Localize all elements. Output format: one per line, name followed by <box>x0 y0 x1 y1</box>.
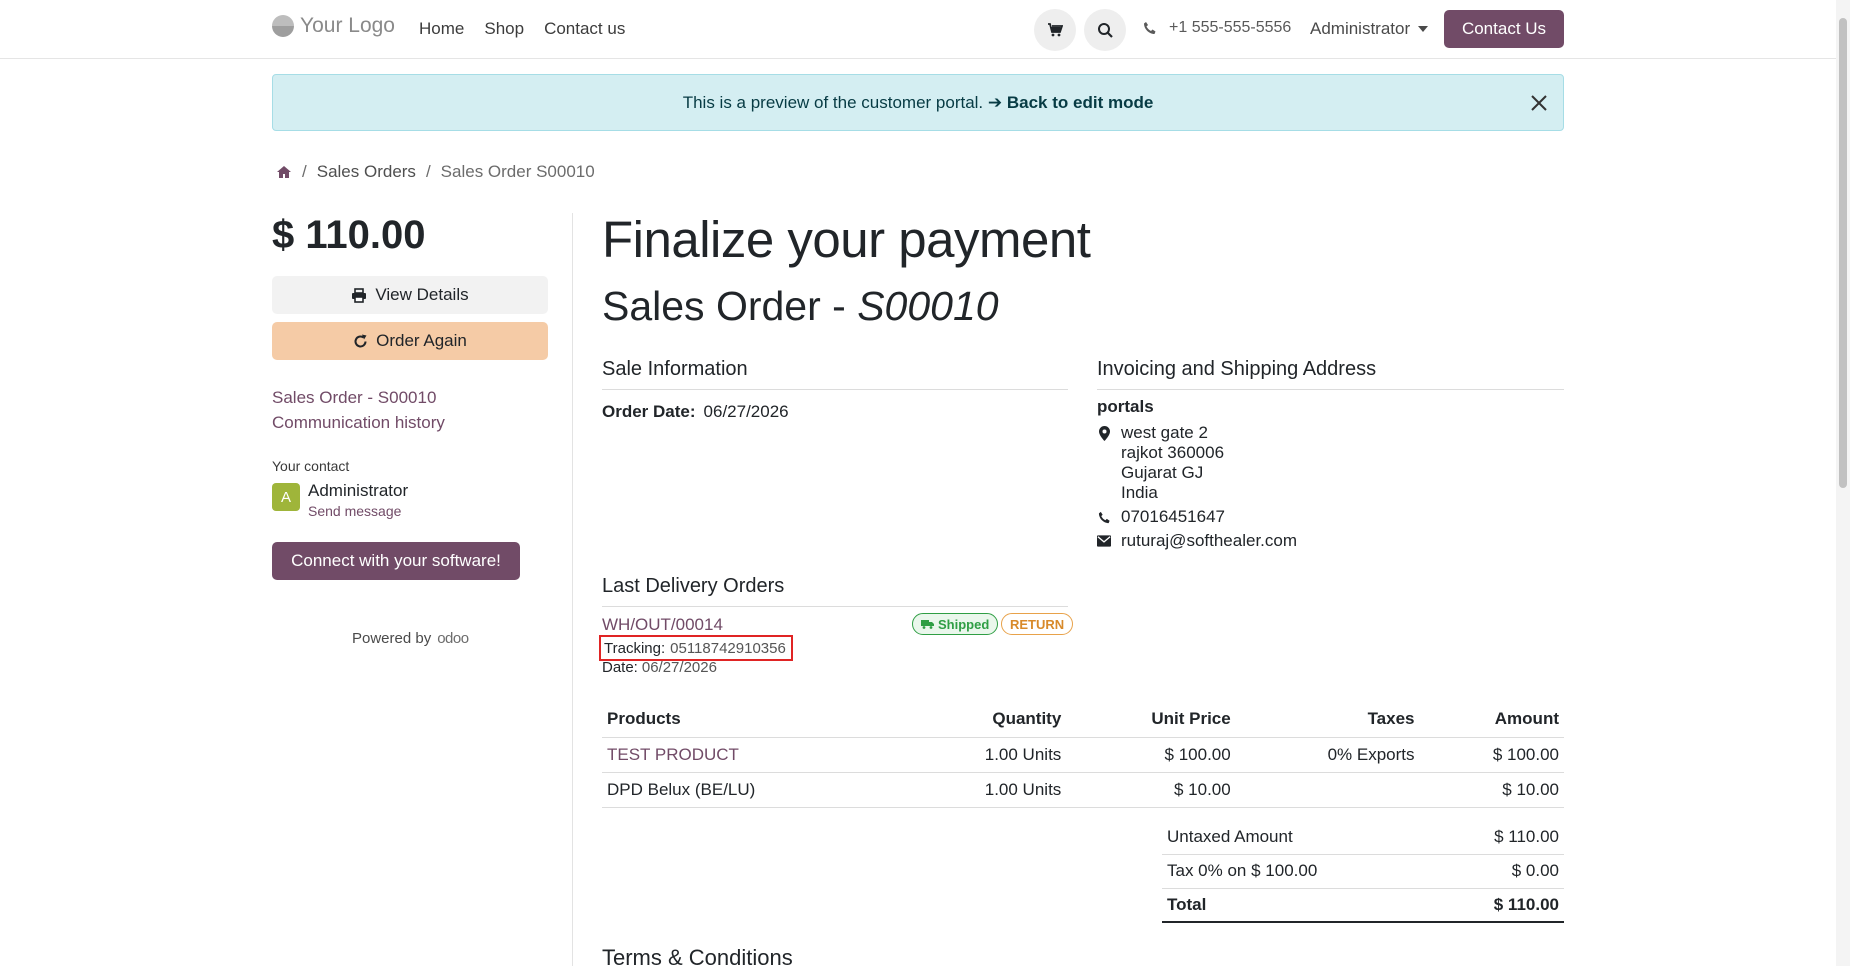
back-to-edit-link[interactable]: ➔ Back to edit mode <box>988 93 1153 113</box>
sidebar-link-sales-order[interactable]: Sales Order - S00010 <box>272 385 445 410</box>
order-date-value: 06/27/2026 <box>703 402 789 421</box>
customer-phone: 07016451647 <box>1121 507 1226 526</box>
shipped-badge: Shipped <box>912 613 999 635</box>
odoo-logo[interactable]: odoo <box>437 630 469 647</box>
nav-home[interactable]: Home <box>419 19 464 39</box>
sidebar-link-communication[interactable]: Communication history <box>272 410 445 435</box>
order-date-label: Order Date: <box>602 402 696 421</box>
cart-icon <box>1048 23 1063 37</box>
tracking-number: Tracking: 05118742910356 <box>599 635 793 661</box>
order-again-label: Order Again <box>376 331 467 350</box>
tax-row: Tax 0% on $ 100.00 $ 0.00 <box>1162 854 1564 889</box>
customer-email: ruturaj@softhealer.com <box>1121 531 1298 550</box>
top-navbar: Your Logo Home Shop Contact us +1 555-55… <box>0 0 1836 59</box>
column-unit-price: Unit Price <box>1066 701 1236 738</box>
page-scrollbar[interactable] <box>1836 0 1850 966</box>
order-total-price: $ 110.00 <box>272 213 426 257</box>
powered-by-label: Powered by <box>352 630 432 647</box>
column-quantity: Quantity <box>902 701 1067 738</box>
chevron-down-icon <box>1418 26 1429 32</box>
order-reference: S00010 <box>857 283 999 329</box>
print-icon <box>352 287 367 303</box>
portal-preview-alert: This is a preview of the customer portal… <box>272 74 1564 131</box>
alert-text: This is a preview of the customer portal… <box>682 92 984 112</box>
search-button[interactable] <box>1084 9 1126 51</box>
delivery-order-link[interactable]: WH/OUT/00014 <box>602 615 723 635</box>
table-row: DPD Belux (BE/LU) 1.00 Units $ 10.00 $ 1… <box>602 772 1564 808</box>
site-logo[interactable]: Your Logo <box>272 14 395 38</box>
page-title: Finalize your payment <box>602 211 1091 268</box>
scrollbar-thumb[interactable] <box>1839 18 1847 488</box>
breadcrumb-sales-orders[interactable]: Sales Orders <box>317 162 416 182</box>
totals-table: Untaxed Amount $ 110.00 Tax 0% on $ 100.… <box>1162 820 1564 923</box>
connect-software-button[interactable]: Connect with your software! <box>272 542 520 580</box>
search-icon <box>1097 22 1113 38</box>
table-row: TEST PRODUCT 1.00 Units $ 100.00 0% Expo… <box>602 737 1564 773</box>
logo-icon <box>272 15 294 37</box>
view-details-button[interactable]: View Details <box>272 276 548 314</box>
contact-name: Administrator <box>308 481 409 500</box>
truck-icon <box>921 620 934 629</box>
tracking-value: 05118742910356 <box>670 639 786 657</box>
sidebar-links: Sales Order - S00010 Communication histo… <box>272 385 445 435</box>
tracking-label: Tracking: <box>604 639 666 657</box>
contact-us-button[interactable]: Contact Us <box>1444 10 1564 48</box>
refresh-icon <box>354 334 367 347</box>
delivery-orders-title: Last Delivery Orders <box>602 575 1068 607</box>
terms-conditions-title: Terms & Conditions <box>602 945 793 966</box>
user-menu[interactable]: Administrator <box>1310 19 1429 39</box>
nav-shop[interactable]: Shop <box>484 19 524 39</box>
table-header-row: Products Quantity Unit Price Taxes Amoun… <box>602 701 1564 738</box>
avatar: A <box>272 483 300 511</box>
delivery-date: Date: 06/27/2026 <box>602 659 717 676</box>
user-name: Administrator <box>1310 19 1411 38</box>
column-amount: Amount <box>1419 701 1564 738</box>
product-link[interactable]: TEST PRODUCT <box>602 737 903 773</box>
logo-text: Your Logo <box>300 14 395 37</box>
cart-button[interactable] <box>1034 9 1076 51</box>
breadcrumb: / Sales Orders / Sales Order S00010 <box>276 162 595 182</box>
nav-contact[interactable]: Contact us <box>544 19 625 39</box>
close-icon[interactable] <box>1529 93 1549 113</box>
map-marker-icon <box>1097 423 1111 443</box>
address-lines: west gate 2 rajkot 360006 Gujarat GJ Ind… <box>1121 423 1225 502</box>
powered-by: Powered by odoo <box>352 630 469 647</box>
return-badge[interactable]: RETURN <box>1001 613 1074 635</box>
phone-number: +1 555-555-5556 <box>1169 19 1292 36</box>
sale-information-title: Sale Information <box>602 358 1068 390</box>
customer-name: portals <box>1097 397 1154 416</box>
column-taxes: Taxes <box>1235 701 1420 738</box>
column-products: Products <box>602 701 903 738</box>
contact-card: A Administrator Send message <box>272 481 408 519</box>
view-details-label: View Details <box>375 285 469 304</box>
your-contact-label: Your contact <box>272 458 350 474</box>
address-title: Invoicing and Shipping Address <box>1097 358 1564 390</box>
column-divider <box>572 213 573 966</box>
phone-icon <box>1097 507 1111 527</box>
order-heading: Sales Order - S00010 <box>602 283 999 329</box>
untaxed-amount-row: Untaxed Amount $ 110.00 <box>1162 820 1564 855</box>
phone-icon <box>1144 22 1156 34</box>
phone-link[interactable]: +1 555-555-5556 <box>1143 19 1291 37</box>
main-nav: Home Shop Contact us <box>419 19 625 39</box>
home-icon[interactable] <box>276 165 292 179</box>
order-date: Order Date: 06/27/2026 <box>602 402 789 422</box>
order-again-button[interactable]: Order Again <box>272 322 548 360</box>
address-block: portals west gate 2 rajkot 360006 Gujara… <box>1097 397 1297 555</box>
total-row: Total $ 110.00 <box>1162 888 1564 923</box>
breadcrumb-current: Sales Order S00010 <box>440 162 595 181</box>
order-lines-table: Products Quantity Unit Price Taxes Amoun… <box>602 701 1564 808</box>
send-message-link[interactable]: Send message <box>308 503 408 519</box>
envelope-icon <box>1097 531 1111 551</box>
